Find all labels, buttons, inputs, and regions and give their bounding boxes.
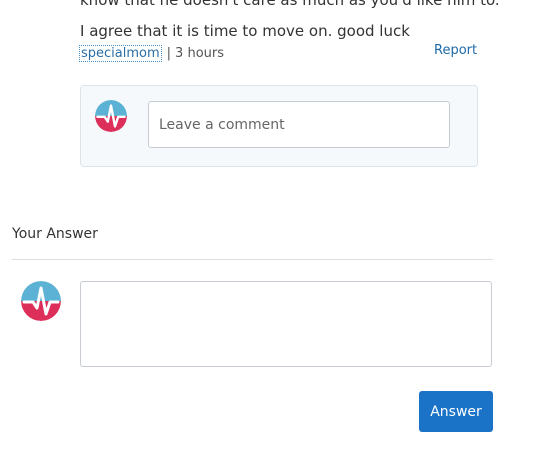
section-divider (12, 259, 493, 260)
comment-text: I agree that it is time to move on. good… (80, 22, 410, 40)
meta-separator: | (166, 46, 172, 61)
answer-submit-button[interactable]: Answer (419, 391, 493, 432)
answer-textarea[interactable] (80, 281, 492, 367)
comment-timestamp: 3 hours (175, 46, 224, 61)
comment-meta: specialmom | 3 hours (79, 45, 224, 62)
user-avatar-icon (95, 100, 127, 132)
report-link[interactable]: Report (434, 43, 477, 58)
previous-comment-text: know that he doesn't care as much as you… (80, 0, 500, 9)
comment-form (80, 85, 478, 167)
answer-avatar-icon (21, 281, 61, 321)
answer-page: know that he doesn't care as much as you… (0, 0, 555, 461)
your-answer-heading: Your Answer (12, 226, 98, 242)
comment-input[interactable] (148, 101, 450, 148)
comment-author-link[interactable]: specialmom (79, 45, 162, 62)
